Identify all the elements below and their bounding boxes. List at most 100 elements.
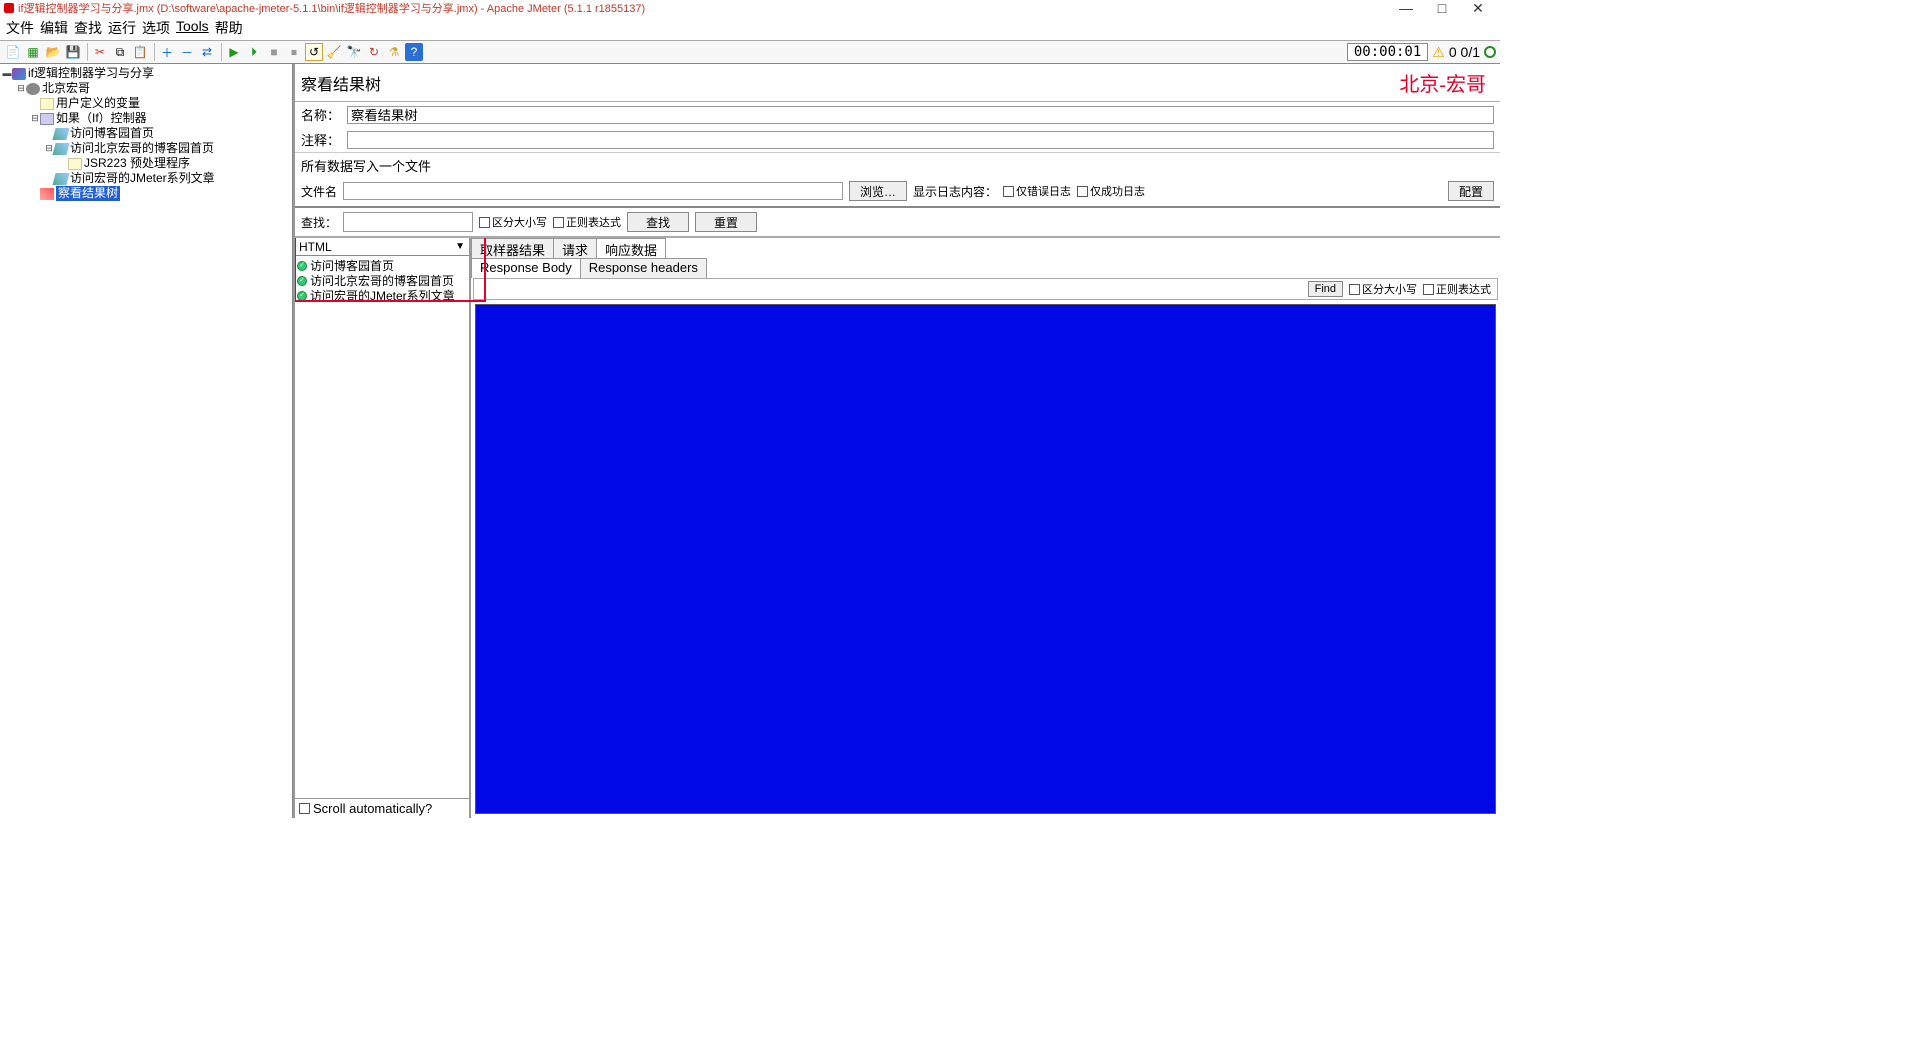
result-item[interactable]: ✓访问博客园首页: [297, 258, 467, 273]
response-subtabs: Response Body Response headers: [471, 258, 1500, 278]
case-checkbox[interactable]: [479, 217, 490, 228]
success-log-checkbox[interactable]: [1077, 186, 1088, 197]
scroll-auto-checkbox[interactable]: [299, 803, 310, 814]
filename-input[interactable]: [343, 182, 843, 200]
result-item[interactable]: ✓访问北京宏哥的博客园首页: [297, 273, 467, 288]
renderer-combo[interactable]: HTML ▼: [295, 238, 469, 256]
result-item[interactable]: ✓访问宏哥的JMeter系列文章: [297, 288, 467, 303]
comment-input[interactable]: [347, 131, 1494, 149]
cut-icon[interactable]: ✂: [91, 43, 109, 61]
renderer-value: HTML: [299, 240, 332, 254]
menu-options[interactable]: 选项: [142, 18, 170, 38]
tree-item-selected[interactable]: 察看结果树: [56, 186, 120, 201]
sampler-icon: [52, 143, 69, 155]
menu-tools[interactable]: Tools: [176, 18, 209, 38]
menu-edit[interactable]: 编辑: [40, 18, 68, 38]
menu-file[interactable]: 文件: [6, 18, 34, 38]
scroll-auto-label: Scroll automatically?: [313, 801, 432, 816]
main-area: ▬if逻辑控制器学习与分享 ⊟北京宏哥 用户定义的变量 ⊟如果（If）控制器 访…: [0, 64, 1500, 818]
clear-all-icon[interactable]: 🧹: [325, 43, 343, 61]
find-button[interactable]: Find: [1308, 281, 1343, 297]
testplan-icon: [12, 68, 26, 80]
templates-icon[interactable]: ▦: [24, 43, 42, 61]
error-log-checkbox[interactable]: [1003, 186, 1014, 197]
menu-help[interactable]: 帮助: [215, 18, 243, 38]
success-icon: ✓: [297, 261, 307, 271]
window-title: if逻辑控制器学习与分享.jmx (D:\software\apache-jme…: [18, 0, 1396, 16]
success-log-label: 仅成功日志: [1090, 183, 1145, 199]
copy-icon[interactable]: ⧉: [111, 43, 129, 61]
tab-sampler-result[interactable]: 取样器结果: [471, 238, 554, 258]
stop-icon[interactable]: ■: [265, 43, 283, 61]
result-label: 访问宏哥的JMeter系列文章: [310, 287, 455, 304]
start-no-timers-icon[interactable]: ⏵: [245, 43, 263, 61]
tree-toggle[interactable]: ⊟: [30, 111, 40, 126]
threadgroup-icon: [26, 83, 40, 95]
clear-icon[interactable]: ↺: [305, 43, 323, 61]
result-list[interactable]: ✓访问博客园首页 ✓访问北京宏哥的博客园首页 ✓访问宏哥的JMeter系列文章: [295, 256, 469, 798]
tree-item[interactable]: 如果（If）控制器: [56, 111, 147, 126]
browse-button[interactable]: 浏览…: [849, 181, 907, 201]
sampler-icon: [52, 128, 69, 140]
subtab-response-body[interactable]: Response Body: [471, 258, 581, 278]
menu-search[interactable]: 查找: [74, 18, 102, 38]
name-input[interactable]: [347, 106, 1494, 124]
shutdown-icon[interactable]: ⏹: [285, 43, 303, 61]
paste-icon[interactable]: 📋: [131, 43, 149, 61]
menu-run[interactable]: 运行: [108, 18, 136, 38]
tree-item[interactable]: 访问博客园首页: [70, 126, 154, 141]
results-right-pane: 取样器结果 请求 响应数据 Response Body Response hea…: [471, 238, 1500, 818]
new-icon[interactable]: 📄: [4, 43, 22, 61]
log-display-label: 显示日志内容：: [913, 183, 997, 200]
tree-item[interactable]: 访问宏哥的JMeter系列文章: [70, 171, 215, 186]
results-left-pane: HTML ▼ ✓访问博客园首页 ✓访问北京宏哥的博客园首页 ✓访问宏哥的JMet…: [295, 238, 471, 818]
search-icon[interactable]: 🔭: [345, 43, 363, 61]
test-plan-tree[interactable]: ▬if逻辑控制器学习与分享 ⊟北京宏哥 用户定义的变量 ⊟如果（If）控制器 访…: [0, 64, 293, 818]
collapse-icon[interactable]: －: [178, 43, 196, 61]
find-case-checkbox[interactable]: [1349, 284, 1360, 295]
tree-toggle[interactable]: ⊟: [16, 81, 26, 96]
separator: [221, 43, 222, 61]
close-button[interactable]: ✕: [1468, 1, 1488, 15]
filename-label: 文件名: [301, 183, 337, 200]
regex-checkbox[interactable]: [553, 217, 564, 228]
toolbar-status: 00:00:01 ⚠ 0 0/1: [1347, 43, 1496, 61]
search-input[interactable]: [343, 212, 473, 232]
help-icon[interactable]: ?: [405, 43, 423, 61]
file-section-title: 所有数据写入一个文件: [295, 152, 1500, 178]
tree-root[interactable]: if逻辑控制器学习与分享: [28, 66, 154, 81]
results-split: HTML ▼ ✓访问博客园首页 ✓访问北京宏哥的博客园首页 ✓访问宏哥的JMet…: [295, 236, 1500, 818]
tree-toggle[interactable]: ▬: [2, 66, 12, 81]
maximize-button[interactable]: □: [1432, 1, 1452, 15]
find-regex-checkbox[interactable]: [1423, 284, 1434, 295]
tree-item[interactable]: JSR223 预处理程序: [84, 156, 190, 171]
name-label: 名称：: [301, 105, 343, 124]
toggle-icon[interactable]: ⇄: [198, 43, 216, 61]
response-body-view[interactable]: [475, 304, 1496, 814]
menu-bar: 文件 编辑 查找 运行 选项 Tools 帮助: [0, 16, 1500, 40]
reset-button[interactable]: 重置: [695, 212, 757, 232]
tree-item[interactable]: 访问北京宏哥的博客园首页: [70, 141, 214, 156]
tree-threadgroup[interactable]: 北京宏哥: [42, 81, 90, 96]
chevron-down-icon: ▼: [455, 241, 465, 252]
start-icon[interactable]: ▶: [225, 43, 243, 61]
expand-icon[interactable]: ＋: [158, 43, 176, 61]
comment-label: 注释：: [301, 130, 343, 149]
search-label: 查找：: [301, 214, 337, 231]
open-icon[interactable]: 📂: [44, 43, 62, 61]
function-helper-icon[interactable]: ⚗: [385, 43, 403, 61]
search-button[interactable]: 查找: [627, 212, 689, 232]
subtab-response-headers[interactable]: Response headers: [580, 258, 707, 278]
watermark: 北京-宏哥: [1399, 68, 1494, 97]
save-icon[interactable]: 💾: [64, 43, 82, 61]
warning-icon[interactable]: ⚠: [1432, 44, 1445, 61]
find-regex-label: 正则表达式: [1436, 281, 1491, 297]
reset-search-icon[interactable]: ↻: [365, 43, 383, 61]
preprocessor-icon: [68, 158, 82, 170]
tab-response-data[interactable]: 响应数据: [596, 238, 666, 258]
minimize-button[interactable]: —: [1396, 1, 1416, 15]
tree-item[interactable]: 用户定义的变量: [56, 96, 140, 111]
case-label: 区分大小写: [492, 214, 547, 230]
tab-request[interactable]: 请求: [553, 238, 597, 258]
configure-button[interactable]: 配置: [1448, 181, 1494, 201]
